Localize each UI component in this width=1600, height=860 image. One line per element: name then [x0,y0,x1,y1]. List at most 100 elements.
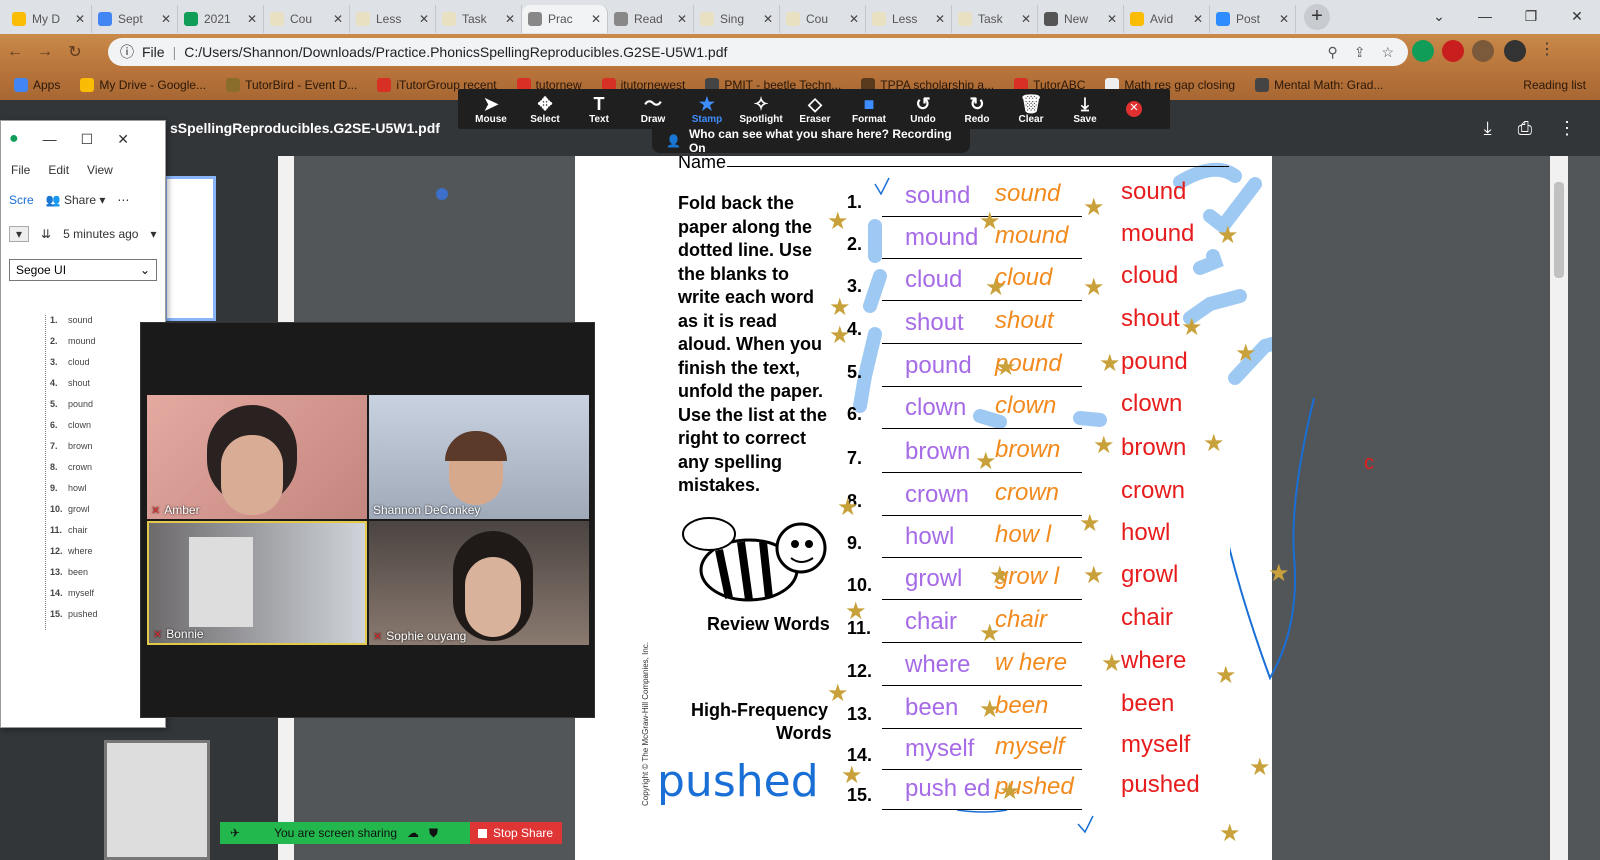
browser-tab[interactable]: Cou ✕ [780,5,866,33]
reading-list-button[interactable]: Reading list [1523,78,1586,92]
bookmark-item[interactable]: TutorBird - Event D... [226,78,357,92]
more-icon[interactable]: ⋯ [117,193,129,207]
dropdown-button[interactable]: ▾ [9,226,30,242]
bookmark-item[interactable]: Apps [14,78,60,92]
handwritten-note: pushed [657,756,819,807]
browser-tab[interactable]: Less ✕ [866,5,952,33]
browser-tab[interactable]: Sing ✕ [694,5,780,33]
browser-tab[interactable]: Prac ✕ [522,5,608,33]
tool-stamp[interactable]: ★ Stamp [680,94,734,125]
draw-icon: 〜 [644,93,662,114]
tool-draw[interactable]: 〜 Draw [626,94,680,125]
tool-select[interactable]: ✥ Select [518,94,572,125]
words-label: Words [776,723,832,743]
browser-tab[interactable]: New ✕ [1038,5,1124,33]
close-icon[interactable]: ✕ [419,12,429,26]
page-thumbnail-1[interactable] [164,176,216,321]
close-icon[interactable]: ✕ [75,12,85,26]
tab-title: Post [1236,12,1261,26]
close-icon[interactable]: ✕ [1193,12,1203,26]
more-icon[interactable]: ⋮ [1558,118,1576,139]
forward-icon[interactable]: → [30,43,60,61]
menu-item[interactable]: View [87,163,113,177]
tool-eraser[interactable]: ◇ Eraser [788,94,842,125]
new-tab-button[interactable]: + [1304,4,1330,30]
close-icon[interactable]: ✕ [161,12,171,26]
browser-tab[interactable]: Less ✕ [350,5,436,33]
download-icon[interactable]: ⤓ [1484,118,1492,139]
browser-tab[interactable]: Task ✕ [952,5,1038,33]
close-button[interactable]: ✕ [1554,0,1600,34]
double-chevron-icon[interactable]: ⇊ [41,227,51,241]
tool-undo[interactable]: ↺ Undo [896,94,950,125]
close-icon[interactable]: ✕ [935,12,945,26]
close-button[interactable]: ✕ [117,131,129,148]
zoom-icon[interactable]: ⚲ [1327,44,1337,61]
close-annotation-icon[interactable]: ✕ [1126,101,1142,117]
tool-save[interactable]: ⤓ Save [1058,94,1112,125]
chevron-down-icon[interactable]: ▾ [150,227,156,241]
video-tile[interactable]: ✕ Bonnie [147,521,367,645]
font-select[interactable]: Segoe UI ⌄ [9,259,157,281]
browser-tab[interactable]: Task ✕ [436,5,522,33]
tool-redo[interactable]: ↻ Redo [950,94,1004,125]
video-tile[interactable]: Shannon DeConkey [369,395,589,519]
bookmark-item[interactable]: My Drive - Google... [80,78,206,92]
bookmark-item[interactable]: Mental Math: Grad... [1255,78,1384,92]
browser-tab[interactable]: Avid ✕ [1124,5,1210,33]
chevron-down-icon[interactable]: ⌄ [1416,0,1462,34]
close-icon[interactable]: ✕ [1107,12,1117,26]
share-button[interactable]: 👥 Share ▾ [46,193,106,207]
close-icon[interactable]: ✕ [1279,12,1289,26]
minimize-button[interactable]: — [43,131,57,147]
bookmark-star-icon[interactable]: ☆ [1381,44,1394,61]
profile-avatar[interactable] [1504,40,1526,62]
browser-tab[interactable]: Sept ✕ [92,5,178,33]
address-bar[interactable]: ⓘ File | C:/Users/Shannon/Downloads/Prac… [108,38,1408,66]
reload-icon[interactable]: ↻ [60,42,90,62]
menu-item[interactable]: Edit [48,163,69,177]
video-tile[interactable]: ✕ Amber [147,395,367,519]
evernote-extension-icon[interactable] [1412,40,1434,62]
close-icon[interactable]: ✕ [591,12,601,26]
instruction-line: unfold the paper. [678,381,824,401]
info-icon[interactable]: ⓘ [120,42,134,62]
minimize-button[interactable]: — [1462,0,1508,34]
browser-tab[interactable]: Cou ✕ [264,5,350,33]
menu-icon[interactable]: ⋮ [1536,40,1558,62]
share-icon[interactable]: ⇪ [1354,44,1366,61]
people-icon: 👤 [666,134,681,148]
tool-spotlight[interactable]: ✧ Spotlight [734,94,788,125]
tool-format[interactable]: ■ Format [842,94,896,125]
ublock-extension-icon[interactable] [1442,40,1464,62]
menu-item[interactable]: File [11,163,30,177]
tab-favicon-icon [12,12,26,26]
maximize-button[interactable]: ☐ [81,131,94,148]
browser-tab[interactable]: Post ✕ [1210,5,1296,33]
puzzle-extension-icon[interactable] [1472,40,1494,62]
tool-text[interactable]: T Text [572,94,626,125]
close-icon[interactable]: ✕ [505,12,515,26]
instruction-line: dotted line. Use [678,240,813,260]
browser-tab[interactable]: Read ✕ [608,5,694,33]
restore-button[interactable]: ❐ [1508,0,1554,34]
close-icon[interactable]: ✕ [1021,12,1031,26]
close-icon[interactable]: ✕ [763,12,773,26]
stop-share-button[interactable]: Stop Share [470,822,562,844]
screen-button[interactable]: Scre [9,193,34,207]
video-tile[interactable]: ✕ Sophie ouyang [369,521,589,645]
close-icon[interactable]: ✕ [677,12,687,26]
close-icon[interactable]: ✕ [849,12,859,26]
tool-mouse[interactable]: ➤ Mouse [464,94,518,125]
share-notice[interactable]: 👤 Who can see what you share here? Recor… [652,127,970,155]
print-icon[interactable]: ⎙ [1518,118,1532,139]
close-icon[interactable]: ✕ [247,12,257,26]
tool-clear[interactable]: 🗑 Clear [1004,94,1058,125]
close-icon[interactable]: ✕ [333,12,343,26]
scrollbar-thumb[interactable] [1554,182,1564,278]
document-scrollbar[interactable] [1550,156,1568,860]
browser-tab[interactable]: 2021 ✕ [178,5,264,33]
back-icon[interactable]: ← [0,43,30,61]
page-thumbnail-2[interactable] [104,740,210,860]
browser-tab[interactable]: My D ✕ [6,5,92,33]
